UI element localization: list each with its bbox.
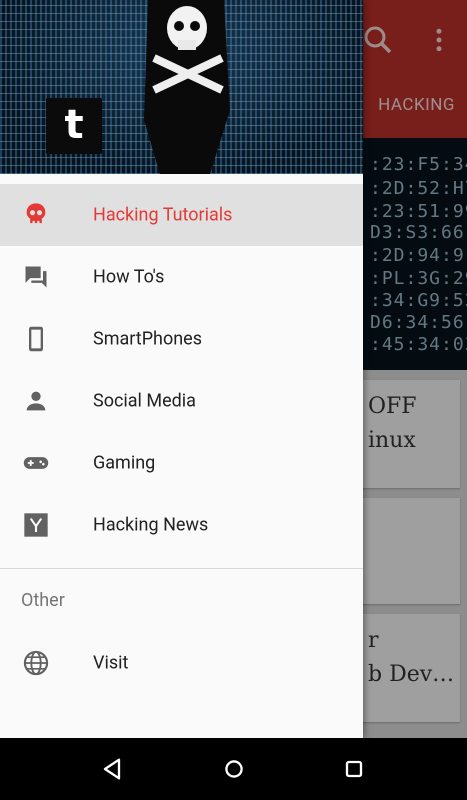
home-icon[interactable]: [220, 755, 248, 783]
globe-icon: [23, 650, 49, 676]
recents-icon[interactable]: [340, 755, 368, 783]
drawer-item-label: SmartPhones: [93, 328, 203, 350]
drawer-item-label: Social Media: [93, 390, 196, 412]
person-icon: [26, 391, 46, 411]
navigation-drawer: t Hacking Tutorials How To's SmartPhones: [0, 0, 363, 738]
gamepad-icon: [23, 457, 49, 469]
drawer-header: t: [0, 0, 363, 174]
drawer-divider: [0, 568, 363, 569]
skull-icon: [26, 203, 46, 224]
drawer-item-visit[interactable]: Visit: [0, 632, 363, 694]
drawer-item-smartphones[interactable]: SmartPhones: [0, 308, 363, 370]
smartphone-icon: [29, 326, 43, 352]
drawer-menu: Hacking Tutorials How To's SmartPhones S…: [0, 184, 363, 556]
back-icon[interactable]: [98, 755, 126, 783]
drawer-item-label: How To's: [93, 266, 165, 288]
system-navigation-bar: [0, 738, 467, 800]
drawer-item-label: Hacking News: [93, 514, 209, 536]
scrim[interactable]: [363, 0, 467, 738]
drawer-item-label: Hacking Tutorials: [93, 204, 233, 226]
tumblr-logo: t: [46, 98, 102, 154]
drawer-item-label: Visit: [93, 652, 129, 674]
drawer-item-hacking-news[interactable]: Hacking News: [0, 494, 363, 556]
drawer-item-label: Gaming: [93, 452, 156, 474]
pirate-flag-icon: [144, 0, 230, 174]
drawer-item-social-media[interactable]: Social Media: [0, 370, 363, 432]
section-title-other: Other: [21, 590, 65, 611]
drawer-item-hacking-tutorials[interactable]: Hacking Tutorials: [0, 184, 363, 246]
forum-icon: [25, 266, 47, 288]
ycombinator-icon: [24, 513, 48, 537]
drawer-item-how-tos[interactable]: How To's: [0, 246, 363, 308]
drawer-item-gaming[interactable]: Gaming: [0, 432, 363, 494]
